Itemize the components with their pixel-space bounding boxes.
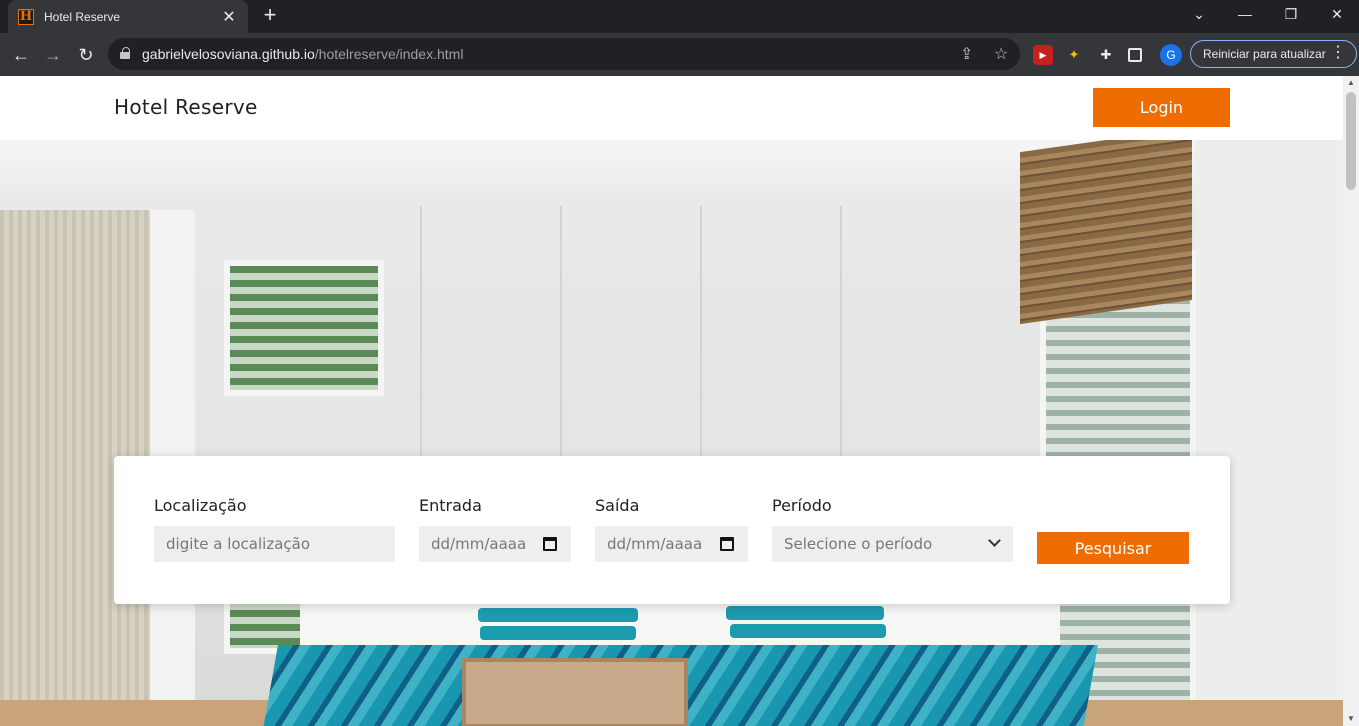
hotel-favicon-icon: H xyxy=(18,8,34,25)
period-label: Período xyxy=(772,496,832,515)
checkout-placeholder: dd/mm/aaaa xyxy=(607,535,703,553)
browser-tab-bar: H Hotel Reserve ✕ + ⌄ — ❐ ✕ xyxy=(0,0,1359,33)
hero-towel xyxy=(478,608,638,622)
restart-label: Reiniciar para atualizar xyxy=(1203,47,1326,61)
hero-towel xyxy=(480,626,636,640)
hero-breakfast-tray xyxy=(462,658,688,726)
login-button[interactable]: Login xyxy=(1093,88,1230,127)
extensions-puzzle-icon[interactable]: ✚ xyxy=(1096,45,1116,65)
scroll-up-icon[interactable]: ▲ xyxy=(1343,76,1359,90)
reload-icon[interactable]: ↻ xyxy=(73,42,99,68)
calendar-icon[interactable] xyxy=(720,537,734,551)
location-field: Localização digite a localização xyxy=(154,496,395,562)
youtube-extension-icon[interactable]: ▶ xyxy=(1033,45,1053,65)
tab-search-icon[interactable]: ⌄ xyxy=(1176,0,1222,30)
hero-right-wall xyxy=(1195,140,1343,726)
minimize-icon[interactable]: — xyxy=(1222,0,1268,30)
checkout-date-input[interactable]: dd/mm/aaaa xyxy=(595,526,748,562)
site-brand[interactable]: Hotel Reserve xyxy=(114,95,258,119)
restart-to-update-button[interactable]: Reiniciar para atualizar ⋮ xyxy=(1190,40,1357,68)
search-button[interactable]: Pesquisar xyxy=(1037,532,1189,564)
page-scrollbar[interactable]: ▲ ▼ xyxy=(1343,76,1359,726)
period-selected-value: Selecione o período xyxy=(784,535,933,553)
period-field: Período Selecione o período xyxy=(772,496,1013,562)
site-header: Hotel Reserve Login xyxy=(0,76,1343,140)
checkin-field: Entrada dd/mm/aaaa xyxy=(419,496,571,562)
scroll-down-icon[interactable]: ▼ xyxy=(1343,712,1359,726)
page-viewport: Hotel Reserve Login Localização digite a… xyxy=(0,76,1343,726)
tab-title: Hotel Reserve xyxy=(44,9,121,24)
period-select[interactable]: Selecione o período xyxy=(772,526,1013,562)
location-label: Localização xyxy=(154,496,247,515)
restore-icon[interactable]: ❐ xyxy=(1268,0,1314,30)
forward-icon[interactable]: → xyxy=(40,42,66,68)
browser-toolbar: ← → ↻ gabrielvelosoviana.github.io/hotel… xyxy=(0,33,1359,76)
browser-tab[interactable]: H Hotel Reserve ✕ xyxy=(8,0,248,33)
back-icon[interactable]: ← xyxy=(8,42,34,68)
address-bar[interactable]: gabrielvelosoviana.github.io/hotelreserv… xyxy=(108,38,1020,70)
url-text[interactable]: gabrielvelosoviana.github.io/hotelreserv… xyxy=(142,46,463,62)
calendar-icon[interactable] xyxy=(543,537,557,551)
checkout-field: Saída dd/mm/aaaa xyxy=(595,496,748,562)
profile-avatar[interactable]: G xyxy=(1160,44,1182,66)
close-tab-icon[interactable]: ✕ xyxy=(220,7,238,27)
location-input[interactable]: digite a localização xyxy=(154,526,395,562)
lock-icon[interactable] xyxy=(120,47,130,59)
chevron-down-icon xyxy=(988,534,1001,547)
extension-star-icon[interactable]: ✦ xyxy=(1064,45,1084,65)
bookmark-star-icon[interactable]: ☆ xyxy=(994,44,1008,64)
side-panel-icon[interactable] xyxy=(1128,48,1142,62)
new-tab-button[interactable]: + xyxy=(258,4,282,28)
hero-bamboo-blind xyxy=(1020,140,1192,325)
checkin-label: Entrada xyxy=(419,496,482,515)
checkin-placeholder: dd/mm/aaaa xyxy=(431,535,527,553)
hero-towel xyxy=(730,624,886,638)
search-card: Localização digite a localização Entrada… xyxy=(114,456,1230,604)
share-icon[interactable]: ⇪ xyxy=(960,44,973,64)
checkout-label: Saída xyxy=(595,496,640,515)
scrollbar-thumb[interactable] xyxy=(1346,92,1356,190)
checkin-date-input[interactable]: dd/mm/aaaa xyxy=(419,526,571,562)
hero-window-left-top xyxy=(224,260,384,396)
menu-kebab-icon[interactable]: ⋮ xyxy=(1330,41,1346,65)
close-window-icon[interactable]: ✕ xyxy=(1314,0,1359,30)
hero-bedroom-image: Localização digite a localização Entrada… xyxy=(0,140,1343,726)
hero-towel xyxy=(726,606,884,620)
window-controls: ⌄ — ❐ ✕ xyxy=(1176,0,1359,30)
